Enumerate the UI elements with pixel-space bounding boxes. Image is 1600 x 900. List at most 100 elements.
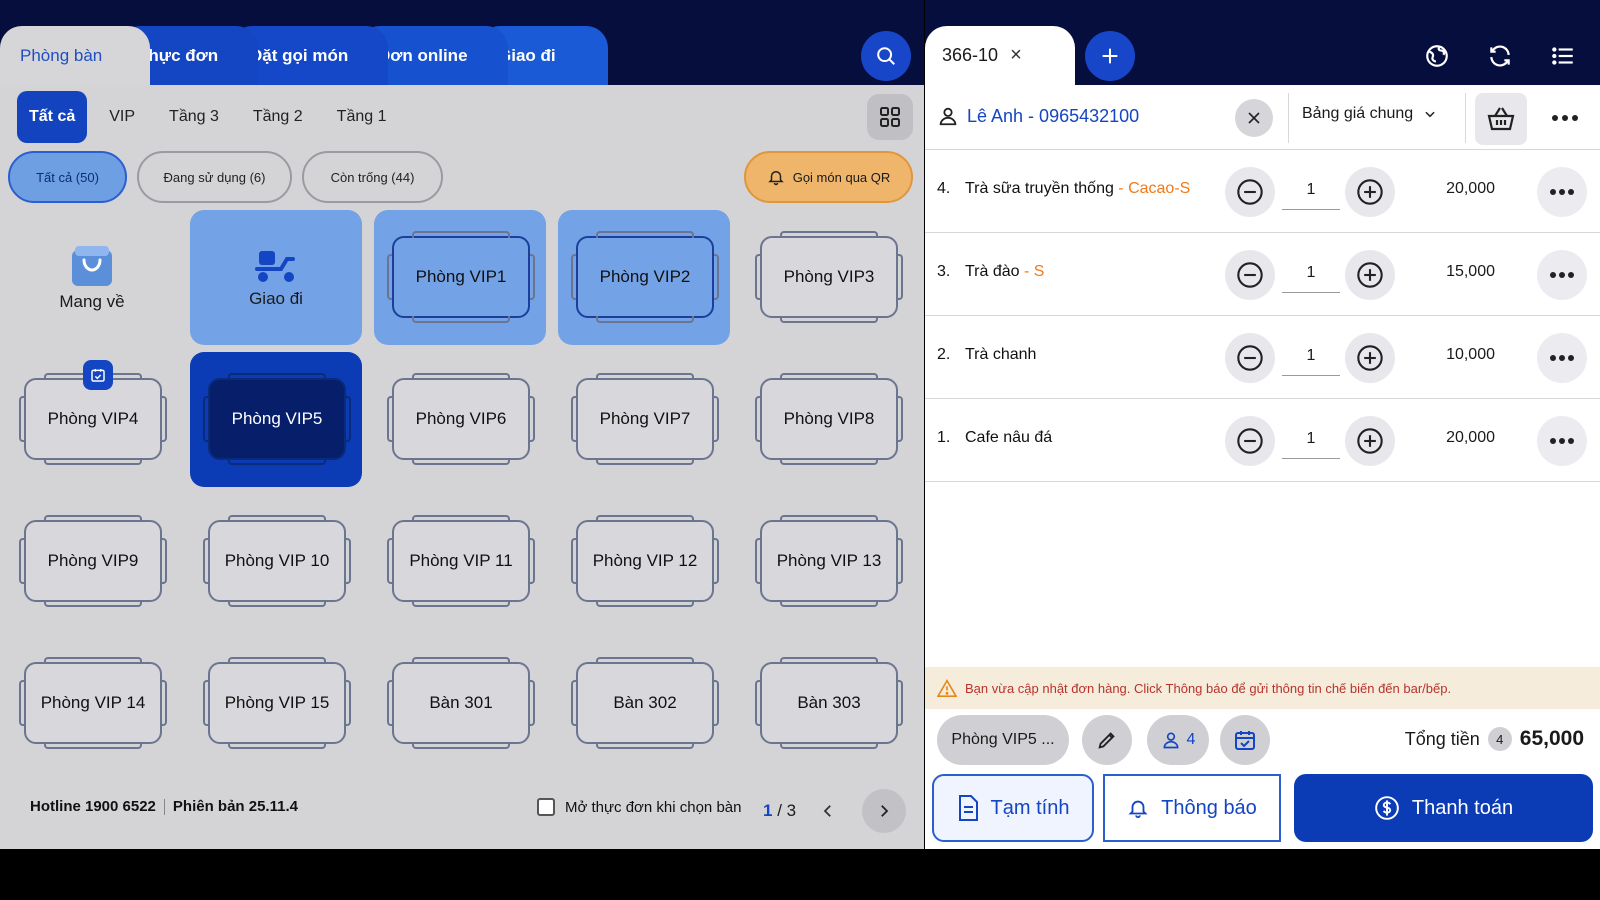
notify-kitchen-button[interactable]: Thông báo [1097,768,1287,848]
basket-button[interactable] [1475,93,1527,145]
table-vip10[interactable]: Phòng VIP 10 [190,494,362,629]
order-tab[interactable]: 366-10 × [925,26,1075,85]
increase-qty-button[interactable] [1345,416,1395,466]
item-more-button[interactable] [1537,167,1587,217]
more-horizontal-icon [1550,438,1574,444]
open-menu-checkbox[interactable] [537,798,555,816]
prev-page-button[interactable] [806,789,850,833]
price-list-select[interactable]: Bảng giá chung [1302,105,1437,123]
filter-available[interactable]: Còn trống (44) [302,151,443,203]
table-303[interactable]: Bàn 303 [742,636,914,771]
chair-decoration [898,680,903,726]
table-label: Phòng VIP 10 [203,515,351,607]
table-301[interactable]: Bàn 301 [374,636,546,771]
table-vip12[interactable]: Phòng VIP 12 [558,494,730,629]
quantity-field[interactable]: 1 [1282,255,1340,293]
table-302[interactable]: Bàn 302 [558,636,730,771]
floor-3[interactable]: Tầng 3 [157,91,231,143]
chair-decoration [162,680,167,726]
increase-qty-button[interactable] [1345,333,1395,383]
item-more-button[interactable] [1537,250,1587,300]
floor-vip[interactable]: VIP [97,91,147,143]
filter-all[interactable]: Tất cả (50) [8,151,127,203]
order-item: 1. Cafe nâu đá 1 20,000 [925,399,1600,482]
grid-icon [880,107,900,127]
decrease-qty-button[interactable] [1225,167,1275,217]
grid-view-button[interactable] [867,94,913,140]
table-vip6[interactable]: Phòng VIP6 [374,352,546,487]
item-more-button[interactable] [1537,333,1587,383]
guest-count-button[interactable]: 4 [1147,715,1209,765]
quantity-field[interactable]: 1 [1282,421,1340,459]
sync-button[interactable] [1480,36,1520,76]
floor-1[interactable]: Tầng 1 [325,91,399,143]
provisional-bill-button[interactable]: Tạm tính [932,774,1094,842]
minus-circle-icon [1237,262,1263,288]
plus-circle-icon [1357,262,1383,288]
menu-list-button[interactable] [1543,36,1583,76]
table-label: Phòng VIP4 [19,373,167,465]
chair-decoration [755,396,760,442]
quantity-field[interactable]: 1 [1282,338,1340,376]
order-item: 2. Trà chanh 1 10,000 [925,316,1600,399]
clear-customer-button[interactable] [1235,99,1273,137]
pay-label: Thanh toán [1411,796,1514,819]
qr-order-button[interactable]: Gọi món qua QR [744,151,913,203]
table-vip14[interactable]: Phòng VIP 14 [6,636,178,771]
table-vip3[interactable]: Phòng VIP3 [742,210,914,345]
decrease-qty-button[interactable] [1225,333,1275,383]
table-vip15[interactable]: Phòng VIP 15 [190,636,362,771]
table-label: Phòng VIP3 [755,231,903,323]
chair-decoration [755,680,760,726]
bag-icon [72,245,112,286]
takeaway-tile[interactable]: Mang về [6,210,178,345]
close-icon[interactable]: × [1010,44,1022,67]
order-summary: Phòng VIP5 ... 4 Tổng tiền 4 65,000 [925,709,1600,769]
table-vip5[interactable]: Phòng VIP5 [190,352,362,487]
order-more-button[interactable] [1545,101,1585,135]
filter-in-use[interactable]: Đang sử dụng (6) [137,151,292,203]
more-horizontal-icon [1550,189,1574,195]
table-vip11[interactable]: Phòng VIP 11 [374,494,546,629]
room-chip[interactable]: Phòng VIP5 ... [937,715,1069,765]
minus-circle-icon [1237,179,1263,205]
table-vip7[interactable]: Phòng VIP7 [558,352,730,487]
table-vip4[interactable]: Phòng VIP4 [6,352,178,487]
table-vip13[interactable]: Phòng VIP 13 [742,494,914,629]
edit-note-button[interactable] [1082,715,1132,765]
decrease-qty-button[interactable] [1225,250,1275,300]
decrease-qty-button[interactable] [1225,416,1275,466]
chevron-right-icon [881,805,889,817]
quantity-field[interactable]: 1 [1282,172,1340,210]
floor-2[interactable]: Tầng 2 [241,91,315,143]
chair-decoration [714,396,719,442]
item-name-line: 2. Trà chanh [937,346,1036,364]
next-page-button[interactable] [862,789,907,833]
divider [1288,93,1289,143]
globe-button[interactable] [1417,36,1457,76]
increase-qty-button[interactable] [1345,250,1395,300]
plus-circle-icon [1357,428,1383,454]
total-value: 65,000 [1519,727,1584,750]
order-body: Lê Anh - 0965432100 Bảng giá chung 4. Trà… [925,85,1600,849]
item-amount: 15,000 [1446,263,1495,280]
search-button[interactable] [861,31,911,81]
table-vip1[interactable]: Phòng VIP1 [374,210,546,345]
pay-button[interactable]: Thanh toán [1294,774,1593,842]
reservation-button[interactable] [1220,715,1270,765]
warning-icon [937,679,957,697]
item-number: 4. [937,180,951,197]
floor-all[interactable]: Tất cả [17,91,88,143]
table-vip9[interactable]: Phòng VIP9 [6,494,178,629]
table-vip8[interactable]: Phòng VIP8 [742,352,914,487]
customer-selector[interactable]: Lê Anh - 0965432100 [937,105,1139,127]
item-more-button[interactable] [1537,416,1587,466]
delivery-tile[interactable]: Giao đi [190,210,362,345]
add-order-button[interactable] [1085,31,1135,81]
increase-qty-button[interactable] [1345,167,1395,217]
item-name-line: 4. Trà sữa truyền thống - Cacao-S [937,180,1190,198]
tab-tables[interactable]: Phòng bàn [0,26,150,85]
left-panel: Phòng bàn Thực đơn Đặt gọi món Đơn onlin… [0,0,924,849]
table-vip2[interactable]: Phòng VIP2 [558,210,730,345]
table-label: Bàn 302 [571,657,719,749]
